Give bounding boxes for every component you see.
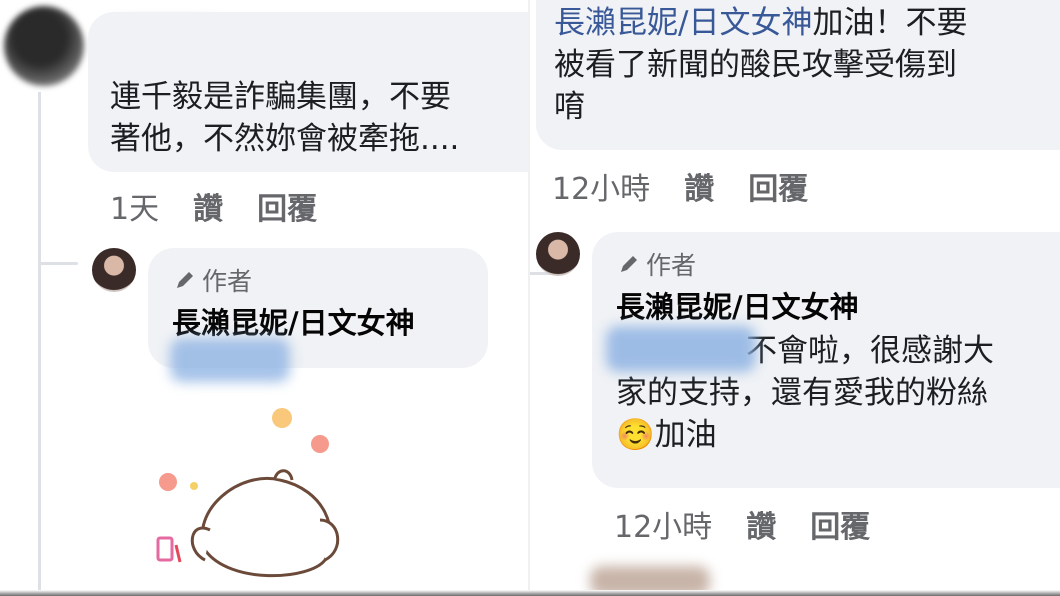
author-avatar[interactable] — [92, 248, 136, 292]
comment-bubble: 連千毅是詐騙集團，不要 著他，不然妳會被牽拖.... — [88, 12, 530, 172]
comment-bubble: 長瀨昆妮/日文女神加油！不要 被看了新聞的酸民攻擊受傷到 唷 — [536, 0, 1060, 150]
thread-line — [38, 92, 41, 592]
author-badge-label: 作者 — [646, 251, 697, 280]
commenter-avatar[interactable] — [4, 6, 84, 86]
comment-text-line1: 長瀨昆妮/日文女神加油！不要 — [554, 2, 967, 44]
reply-button[interactable]: 回覆 — [748, 164, 808, 208]
bear-sticker-icon — [156, 408, 340, 578]
comment-text-line2: 被看了新聞的酸民攻擊受傷到 — [554, 47, 957, 83]
right-screenshot-panel: 長瀨昆妮/日文女神加油！不要 被看了新聞的酸民攻擊受傷到 唷 12小時 讚 回覆… — [530, 0, 1060, 596]
bottom-shadow — [0, 590, 1060, 596]
author-name[interactable]: 長瀨昆妮/日文女神 — [616, 284, 859, 326]
blurred-mention — [606, 326, 756, 372]
reply-timestamp[interactable]: 12小時 — [614, 502, 712, 546]
comment-text-line3: 唷 — [554, 89, 585, 125]
comment-timestamp[interactable]: 12小時 — [552, 164, 650, 208]
pencil-icon — [621, 256, 637, 272]
comment-text-line1-suffix: 加油！不要 — [812, 5, 968, 41]
comment-timestamp[interactable]: 1天 — [110, 184, 159, 228]
reply-text-line3: ☺️加油 — [616, 417, 717, 453]
author-badge: 作者 — [618, 246, 696, 282]
pencil-icon — [177, 272, 193, 288]
reply-button[interactable]: 回覆 — [257, 184, 317, 228]
like-button[interactable]: 讚 — [684, 164, 714, 208]
comment-actions: 1天 讚 回覆 — [110, 184, 351, 228]
blurred-reply-text — [170, 338, 290, 382]
author-badge-label: 作者 — [202, 267, 253, 296]
author-name[interactable]: 長瀨昆妮/日文女神 — [172, 300, 415, 342]
comment-text-line1: 連千毅是詐騙集團，不要 — [110, 79, 451, 115]
like-button[interactable]: 讚 — [193, 184, 223, 228]
comment-text-line2: 著他，不然妳會被牽拖.... — [110, 121, 460, 157]
reply-text-line2: 家的支持，還有愛我的粉絲 — [616, 375, 988, 411]
comment-actions: 12小時 讚 回覆 — [552, 164, 842, 208]
thread-connector — [38, 262, 78, 265]
mentioned-name-link[interactable]: 長瀨昆妮/日文女神 — [554, 5, 812, 41]
reply-button[interactable]: 回覆 — [810, 502, 870, 546]
reply-actions: 12小時 讚 回覆 — [614, 502, 904, 546]
like-button[interactable]: 讚 — [746, 502, 776, 546]
author-avatar[interactable] — [536, 232, 580, 276]
author-badge: 作者 — [174, 262, 252, 298]
left-screenshot-panel: 連千毅是詐騙集團，不要 著他，不然妳會被牽拖.... 1天 讚 回覆 作者 長瀨… — [0, 0, 530, 596]
smile-emoji-icon: ☺️ — [616, 417, 655, 453]
